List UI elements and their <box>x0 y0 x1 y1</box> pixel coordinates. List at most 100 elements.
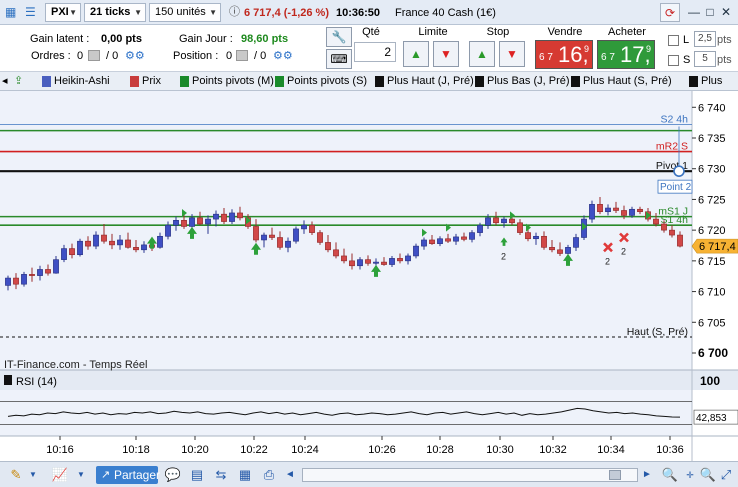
y-tick-label: 6 725 <box>698 194 726 206</box>
candle-body <box>101 234 107 242</box>
vendre-label: Vendre <box>547 26 583 38</box>
x-tick-label: 10:36 <box>656 444 684 456</box>
limit-buy-button[interactable]: ▲ <box>403 41 429 67</box>
position-icon[interactable] <box>236 50 248 61</box>
refresh-icon[interactable]: ⟳ <box>660 3 680 22</box>
symbol-input[interactable]: PXI ▼ <box>45 3 81 22</box>
indicator-tab[interactable]: Prix <box>128 74 161 89</box>
interval-text: 21 ticks <box>90 6 131 18</box>
buy-button[interactable]: 6 7 17, 9 <box>597 40 655 69</box>
candle-body <box>621 210 627 216</box>
info-icon[interactable]: ⓘ <box>229 0 240 25</box>
l-value-input[interactable]: 2,5 <box>694 31 716 47</box>
candle-body <box>333 249 339 257</box>
indicator-tab[interactable]: Points pivots (S) <box>273 74 367 89</box>
symbol-text: PXI <box>51 6 69 18</box>
candle-body <box>517 222 523 233</box>
candle-body <box>541 235 547 248</box>
sell-button[interactable]: 6 7 16, 9 <box>535 40 593 69</box>
stop-checkbox[interactable] <box>668 55 679 66</box>
gears-icon[interactable]: ⚙⚙ <box>125 49 145 63</box>
candle-body <box>445 238 451 242</box>
qte-label: Qté <box>362 26 380 38</box>
x-tick-label: 10:34 <box>597 444 625 456</box>
candle-body <box>573 237 579 248</box>
indicator-tab[interactable]: Plus Haut (J, Pré) <box>373 74 474 89</box>
candle-body <box>429 239 435 244</box>
indicator-tab[interactable]: Plus Bas (J, Pré) <box>473 74 570 89</box>
indicator-color-swatch <box>42 76 51 87</box>
ordres-pending: / 0 <box>106 50 119 62</box>
indicator-color-swatch <box>375 76 384 87</box>
grid-icon[interactable]: ▦ <box>5 0 16 25</box>
indicator-label: Heikin-Ashi <box>54 75 110 87</box>
share-button[interactable]: Partager <box>96 466 160 484</box>
arrow-down-icon: ▼ <box>440 47 452 61</box>
candle-body <box>45 269 51 274</box>
zoom-in-icon[interactable]: 🔍 <box>698 466 718 484</box>
candle-body <box>325 242 331 251</box>
scrollbar-thumb[interactable] <box>609 470 621 480</box>
qte-input[interactable]: 2 <box>354 42 396 62</box>
chevron-down-icon[interactable]: ▼ <box>27 466 39 484</box>
add-indicator-icon[interactable]: ⇪ <box>14 74 36 89</box>
indicator-tab[interactable]: Plus Haut (S, Pré) <box>569 74 672 89</box>
interval-select[interactable]: 21 ticks ▼ <box>84 3 146 22</box>
s-value-input[interactable]: 5 <box>694 51 716 67</box>
chart-type-icon[interactable]: 📈 <box>50 466 70 484</box>
gears-icon[interactable]: ⚙⚙ <box>273 49 293 63</box>
horizontal-scrollbar[interactable] <box>302 468 638 482</box>
rsi-header-background <box>0 370 738 390</box>
zoom-out-icon[interactable]: 🔍 <box>660 466 680 484</box>
indicator-tab[interactable]: Plus <box>687 74 722 89</box>
settings-icon[interactable]: ▦ <box>235 466 255 484</box>
candle-body <box>653 218 659 225</box>
candle-body <box>157 235 163 248</box>
chevron-up-icon[interactable]: ✛ <box>684 466 696 484</box>
arrow-down-icon: ▼ <box>506 47 518 61</box>
order-icon[interactable] <box>88 50 100 61</box>
candle-body <box>317 232 323 243</box>
candle-body <box>37 269 43 276</box>
list-icon[interactable]: ☰ <box>25 0 36 25</box>
candle-body <box>365 259 371 264</box>
scroll-right-button[interactable]: ► <box>640 466 654 484</box>
indicator-tab[interactable]: Points pivots (M) <box>178 74 274 89</box>
level-label: mR2 S <box>656 141 688 153</box>
candle-body <box>661 223 667 231</box>
rsi-title: RSI (14) <box>16 376 57 388</box>
print-icon[interactable]: ⎙ <box>259 466 279 484</box>
keypad-icon[interactable]: ⌨ <box>326 49 352 69</box>
y-tick-label: 6 710 <box>698 287 726 299</box>
stop-buy-button[interactable]: ▲ <box>469 41 495 67</box>
chevron-down-icon[interactable]: ▼ <box>75 466 87 484</box>
data-source-label: IT-Finance.com - Temps Réel <box>4 359 147 371</box>
stop-sell-button[interactable]: ▼ <box>499 41 525 67</box>
candle-body <box>165 224 171 237</box>
drawing-handle[interactable] <box>673 165 685 177</box>
x-tick-label: 10:18 <box>122 444 150 456</box>
limit-checkbox[interactable] <box>668 35 679 46</box>
limit-sell-button[interactable]: ▼ <box>433 41 459 67</box>
comment-icon[interactable]: 💬 <box>163 466 183 484</box>
scroll-left-button[interactable]: ◄ <box>283 466 297 484</box>
pencil-icon[interactable]: ✎ <box>6 466 26 484</box>
chart-area[interactable]: 6 740 6 735 6 730 6 725 6 720 6 715 6 710 6 705… <box>0 91 738 461</box>
top-toolbar: ▦ ☰ PXI ▼ 21 ticks ▼ 150 unités ▼ ⓘ 6 71… <box>0 0 738 25</box>
compare-icon[interactable]: ⇆ <box>211 466 231 484</box>
indicator-tab[interactable]: Heikin-Ashi <box>40 74 110 89</box>
buy-price-prefix: 6 7 <box>601 52 615 63</box>
candle-body <box>357 259 363 267</box>
close-button[interactable]: ✕ <box>716 3 736 22</box>
fullscreen-icon[interactable]: ⤢ <box>718 466 734 484</box>
price-chart[interactable]: 6 740 6 735 6 730 6 725 6 720 6 715 6 710 6 705… <box>0 91 738 461</box>
candle-body <box>293 228 299 242</box>
candle-body <box>501 218 507 224</box>
units-select[interactable]: 150 unités ▼ <box>149 3 221 22</box>
l-label: L <box>683 34 690 46</box>
collapse-icon[interactable]: ◂ <box>2 74 14 89</box>
sell-price-fraction: 9 <box>583 44 589 54</box>
gain-latent-value: 0,00 pts <box>101 33 142 45</box>
indicators-icon[interactable]: ▤ <box>187 466 207 484</box>
quote-time: 10:36:50 <box>336 7 381 19</box>
